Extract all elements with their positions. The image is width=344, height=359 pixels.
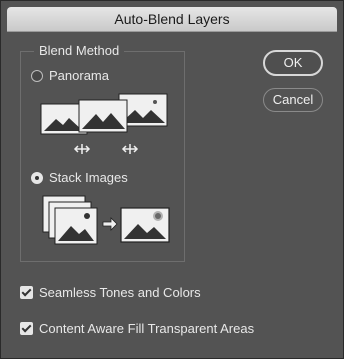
blend-method-group: Blend Method Panorama Stack Images	[20, 43, 185, 262]
panorama-preview-icon	[40, 93, 168, 154]
content-aware-fill-option[interactable]: Content Aware Fill Transparent Areas	[20, 321, 254, 336]
stack-images-option[interactable]: Stack Images	[31, 170, 128, 185]
panorama-arrow-left	[73, 144, 91, 154]
panorama-radio[interactable]	[31, 69, 43, 82]
stack-frame-front	[54, 207, 98, 245]
seamless-tones-label: Seamless Tones and Colors	[39, 285, 201, 300]
panorama-label: Panorama	[49, 68, 109, 83]
dialog-title: Auto-Blend Layers	[7, 7, 337, 32]
content-aware-fill-checkbox[interactable]	[20, 322, 33, 335]
dialog-body: Blend Method Panorama Stack Images OK Ca…	[7, 32, 337, 354]
stack-images-label: Stack Images	[49, 170, 128, 185]
cancel-button[interactable]: Cancel	[263, 88, 323, 112]
seamless-tones-checkbox[interactable]	[20, 286, 33, 299]
stack-images-preview-icon	[42, 195, 170, 245]
blend-method-title: Blend Method	[34, 43, 125, 59]
stack-result-frame	[120, 207, 170, 243]
panorama-frame-middle	[78, 99, 128, 133]
seamless-tones-option[interactable]: Seamless Tones and Colors	[20, 285, 201, 300]
ok-button[interactable]: OK	[263, 50, 323, 76]
content-aware-fill-label: Content Aware Fill Transparent Areas	[39, 321, 255, 336]
auto-blend-dialog: Auto-Blend Layers Blend Method Panorama	[0, 0, 344, 359]
stack-images-radio[interactable]	[31, 171, 43, 184]
stack-arrow	[102, 217, 118, 231]
panorama-arrow-right	[121, 144, 139, 154]
panorama-option[interactable]: Panorama	[31, 68, 109, 83]
